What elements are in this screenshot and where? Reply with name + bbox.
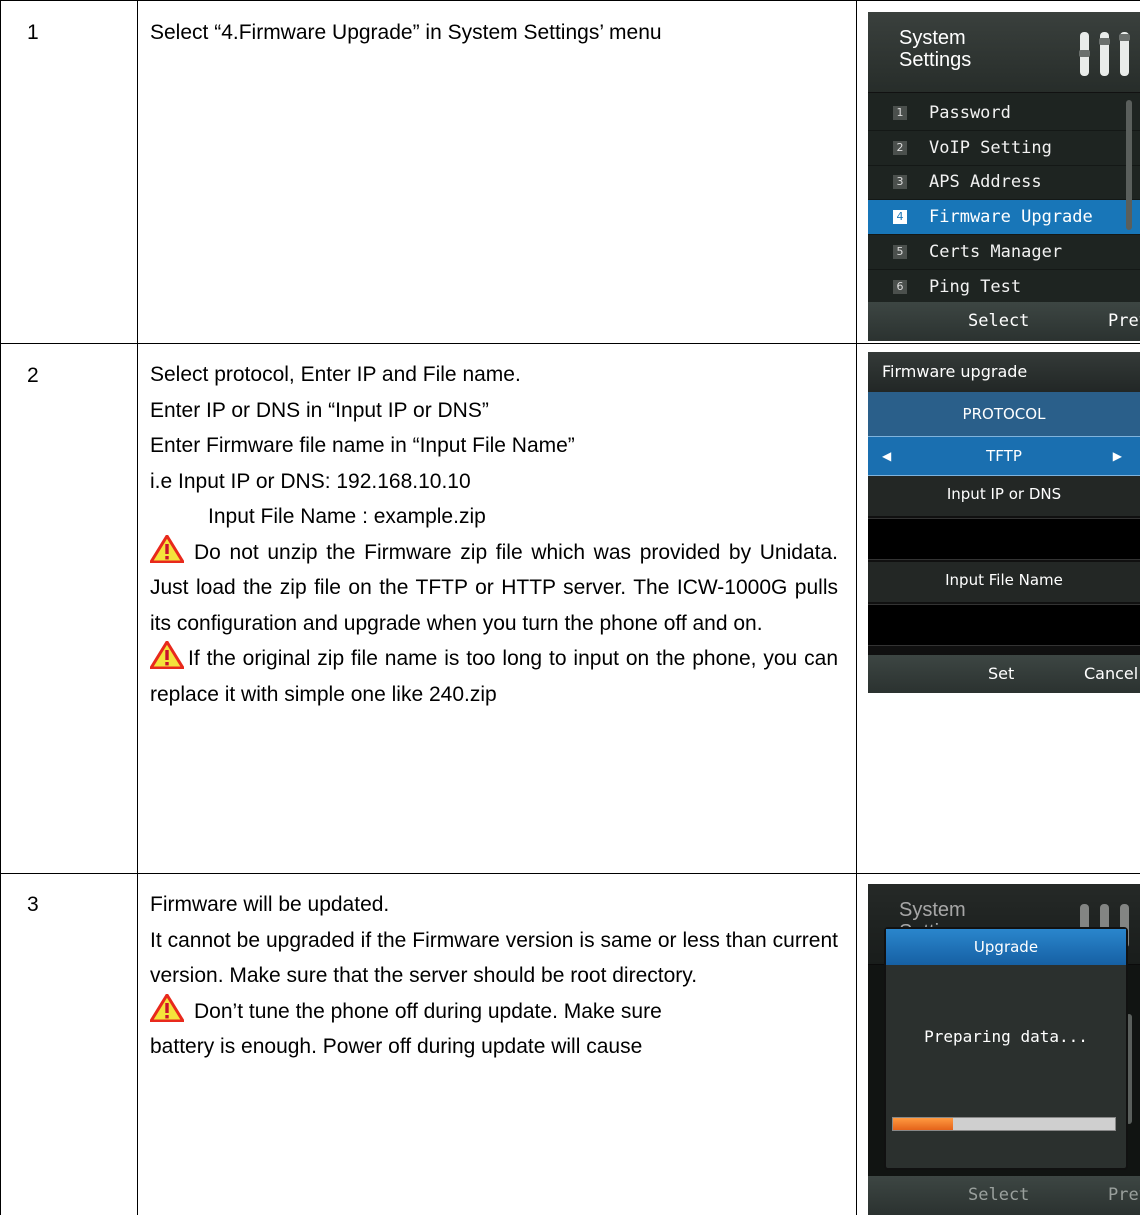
arrow-right-icon[interactable]: ▶ [1113,437,1122,475]
settings-menu: 1 Password 2 VoIP Setting 3 APS Address 4 Fi… [868,96,1140,305]
upgrade-dialog: Upgrade Preparing data... [884,927,1128,1170]
step-2-line-3: Enter Firmware file name in “Input File … [150,434,575,457]
menu-item-label: Firmware Upgrade [929,207,1093,228]
progress-fill [893,1118,953,1130]
softkey-bar: Select Prev [868,302,1140,341]
softkey-cancel[interactable]: Cancel [1084,664,1138,683]
menu-item-aps-address[interactable]: 3 APS Address [868,166,1140,201]
step-2-text: Select protocol, Enter IP and File name.… [150,357,838,712]
step-number-2: 2 [27,364,39,387]
step-3-paragraph: It cannot be upgraded if the Firmware ve… [150,928,838,988]
table-border-left [0,0,1,1215]
dialog-title: Upgrade [886,929,1126,965]
menu-scrollbar[interactable] [1126,100,1132,230]
menu-item-ping-test[interactable]: 6 Ping Test [868,270,1140,305]
system-settings-screen: System Settings 1 Password 2 VoIP Setting … [868,12,1140,341]
protocol-value: TFTP [986,447,1022,465]
menu-number: 3 [893,175,907,190]
step-3-line-1: Firmware will be updated. [150,893,390,916]
menu-number: 6 [893,279,907,294]
step-2-warning-1: Do not unzip the Firmware zip file which… [150,534,838,642]
step-2-line-2: Enter IP or DNS in “Input IP or DNS” [150,398,489,422]
warning-icon [150,993,184,1022]
menu-item-label: VoIP Setting [929,137,1052,158]
softkey-select[interactable]: Select [968,311,1029,331]
ip-input[interactable] [868,518,1140,560]
dialog-message: Preparing data... [924,1027,1088,1046]
firmware-upgrade-screen: Firmware upgrade PROTOCOL ◀ TFTP ▶ Input… [868,352,1140,693]
step-3-warning: Don’t tune the phone off during update. … [150,993,838,1030]
arrow-left-icon[interactable]: ◀ [882,437,891,475]
screen-title-line2: Settings [899,49,972,71]
ip-label: Input IP or DNS [868,476,1140,516]
settings-sliders-icon [1079,32,1130,76]
file-name-input[interactable] [868,604,1140,646]
menu-number: 1 [893,105,907,120]
protocol-selector[interactable]: ◀ TFTP ▶ [868,436,1140,476]
step-3-tail: battery is enough. Power off during upda… [150,1035,643,1058]
table-border-top [0,0,1140,1]
row-divider-1 [0,343,1140,344]
screen-title: Firmware upgrade [882,362,1028,381]
menu-item-voip-setting[interactable]: 2 VoIP Setting [868,131,1140,166]
screen-header: System Settings [868,12,1140,93]
step-1-instruction: Select “4.Firmware Upgrade” in System Se… [150,21,662,44]
menu-number: 2 [893,140,907,155]
warning-text: If the original zip file name is too lon… [150,647,838,706]
step-1-text: Select “4.Firmware Upgrade” in System Se… [150,15,838,51]
softkey-prev[interactable]: Prev [1108,1185,1140,1205]
screen-title-line1: System [899,27,966,49]
warning-icon [150,641,184,669]
upgrade-progress-bar [892,1117,1116,1131]
softkey-bar: Select Prev [868,1176,1140,1215]
menu-item-label: Certs Manager [929,242,1063,263]
step-number-3: 3 [27,893,39,916]
step-3-text: Firmware will be updated. It cannot be u… [150,887,838,1065]
upgrade-progress-screen: System Settings Upgrade Preparing data..… [868,884,1140,1215]
menu-item-label: Password [929,102,1011,123]
screen-title: System Settings [899,27,971,71]
row-divider-2 [0,873,1140,874]
warning-icon [150,534,184,563]
step-2-warning-2: If the original zip file name is too lon… [150,641,838,712]
menu-item-password[interactable]: 1 Password [868,96,1140,131]
menu-item-label: APS Address [929,172,1042,193]
menu-item-firmware-upgrade[interactable]: 4 Firmware Upgrade [868,200,1140,236]
step-2-line-1: Select protocol, Enter IP and File name. [150,363,521,386]
menu-item-label: Ping Test [929,276,1022,297]
menu-number: 4 [893,210,907,225]
file-name-label: Input File Name [868,562,1140,602]
warning-text: Don’t tune the phone off during update. … [194,999,662,1023]
softkey-select[interactable]: Select [968,1185,1029,1205]
step-2-line-4: i.e Input IP or DNS: 192.168.10.10 [150,469,471,493]
warning-text: Do not unzip the Firmware zip file which… [150,540,838,635]
softkey-bar: Set Cancel [868,655,1140,693]
softkey-prev[interactable]: Prev [1108,311,1140,331]
column-divider-1 [137,0,138,1215]
protocol-label: PROTOCOL [868,392,1140,436]
menu-number: 5 [893,245,907,260]
step-2-line-5: Input File Name : example.zip [208,505,486,528]
column-divider-2 [856,0,857,1215]
softkey-set[interactable]: Set [988,664,1014,683]
screen-header: Firmware upgrade [868,352,1140,392]
step-number-1: 1 [27,21,39,44]
menu-item-certs-manager[interactable]: 5 Certs Manager [868,235,1140,270]
